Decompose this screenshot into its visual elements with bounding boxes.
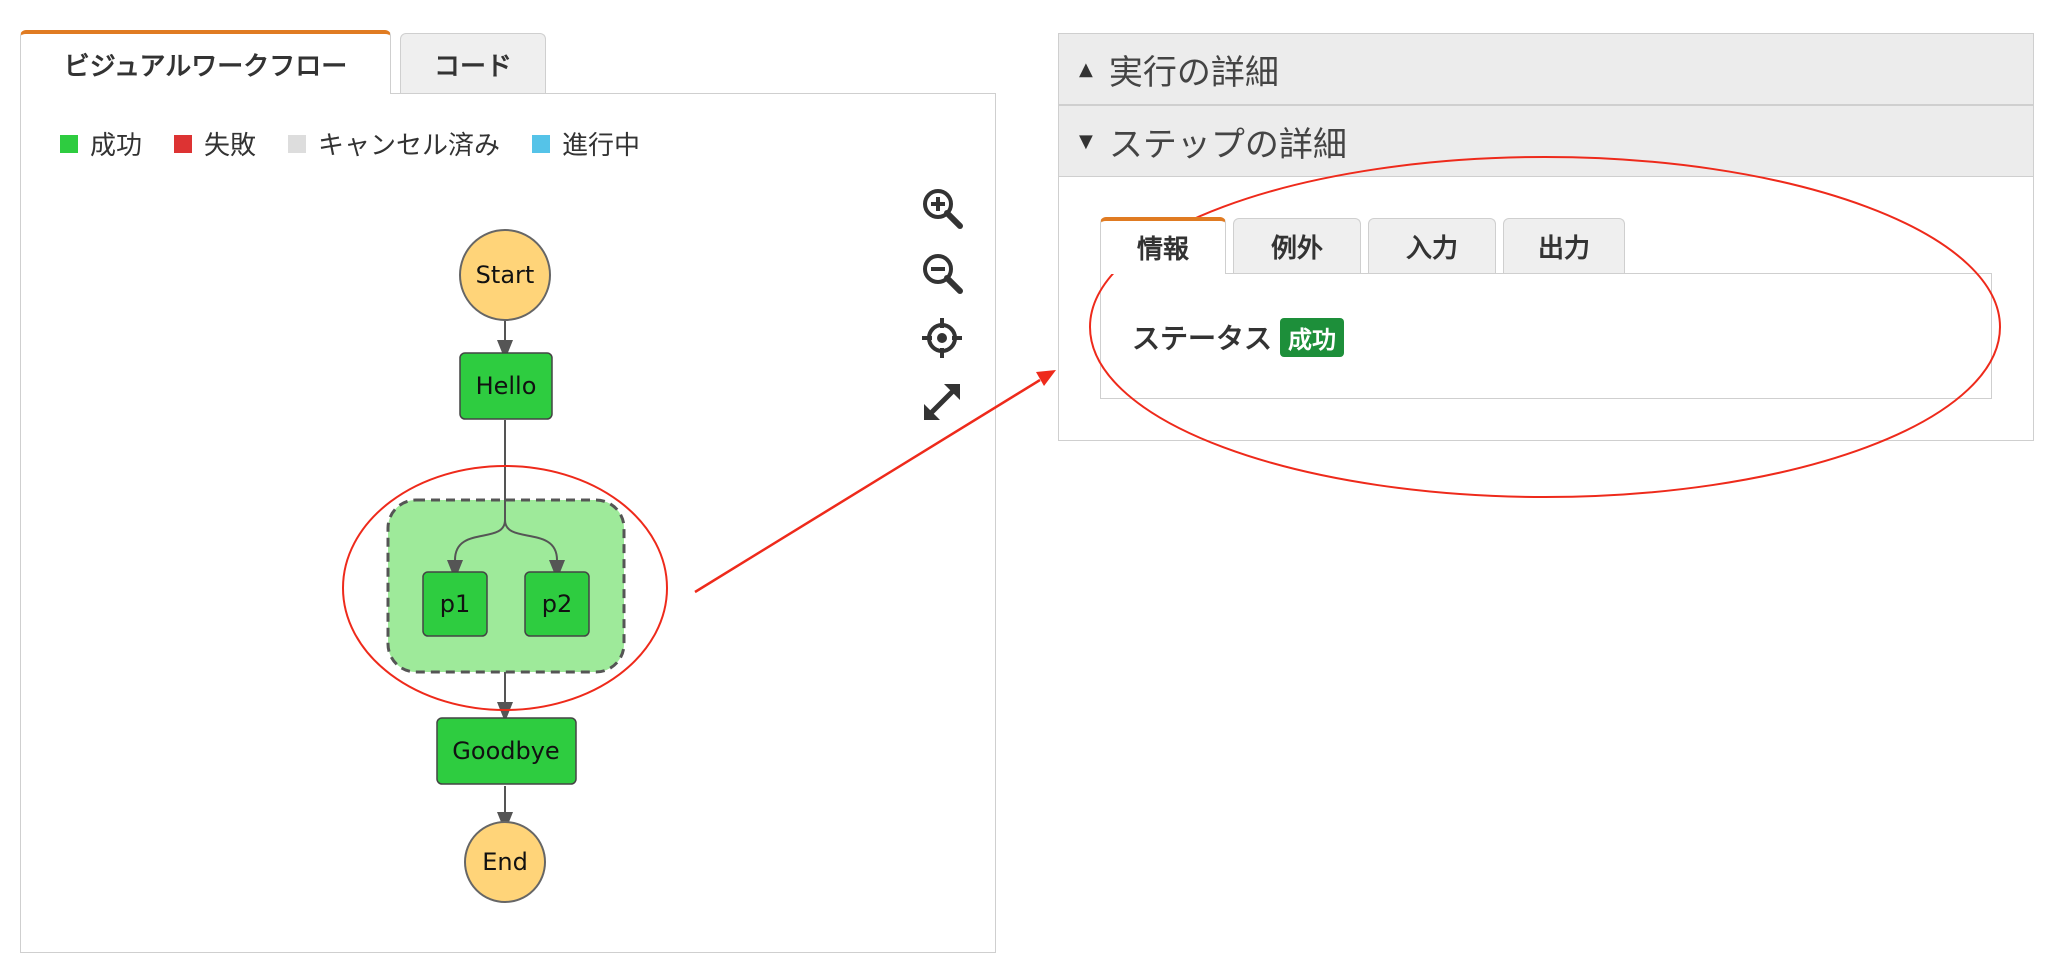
node-goodbye[interactable]: Goodbye: [436, 717, 577, 785]
caret-down-icon: ▼: [1079, 130, 1093, 152]
status-row: ステータス 成功: [1132, 317, 1345, 357]
node-goodbye-label: Goodbye: [452, 737, 559, 765]
node-end-label: End: [482, 848, 528, 876]
tab-exception[interactable]: 例外: [1233, 218, 1361, 274]
node-start-label: Start: [476, 261, 535, 289]
workflow-graph: Start Hello p1 p2 Goodbye End: [386, 229, 626, 903]
status-badge: 成功: [1280, 317, 1345, 357]
tab-info[interactable]: 情報: [1100, 217, 1226, 274]
step-details-header[interactable]: ▼ ステップの詳細: [1058, 105, 2034, 177]
execution-details-title: 実行の詳細: [1108, 52, 1279, 93]
node-start[interactable]: Start: [459, 229, 551, 321]
node-hello-label: Hello: [476, 372, 537, 400]
node-end[interactable]: End: [464, 821, 546, 903]
node-hello[interactable]: Hello: [459, 352, 553, 420]
execution-details-header[interactable]: ▲ 実行の詳細: [1058, 33, 2034, 105]
caret-up-icon: ▲: [1079, 58, 1093, 80]
node-p1-label: p1: [440, 590, 471, 618]
node-p1[interactable]: p1: [422, 571, 488, 637]
status-label: ステータス: [1132, 322, 1273, 355]
annotation-arrow-head: [1036, 370, 1056, 386]
node-p2[interactable]: p2: [524, 571, 590, 637]
tab-input[interactable]: 入力: [1368, 218, 1496, 274]
tab-visual-workflow[interactable]: ビジュアルワークフロー: [20, 30, 391, 94]
node-p2-label: p2: [542, 590, 573, 618]
step-details-title: ステップの詳細: [1108, 124, 1347, 165]
tab-output[interactable]: 出力: [1503, 218, 1625, 274]
